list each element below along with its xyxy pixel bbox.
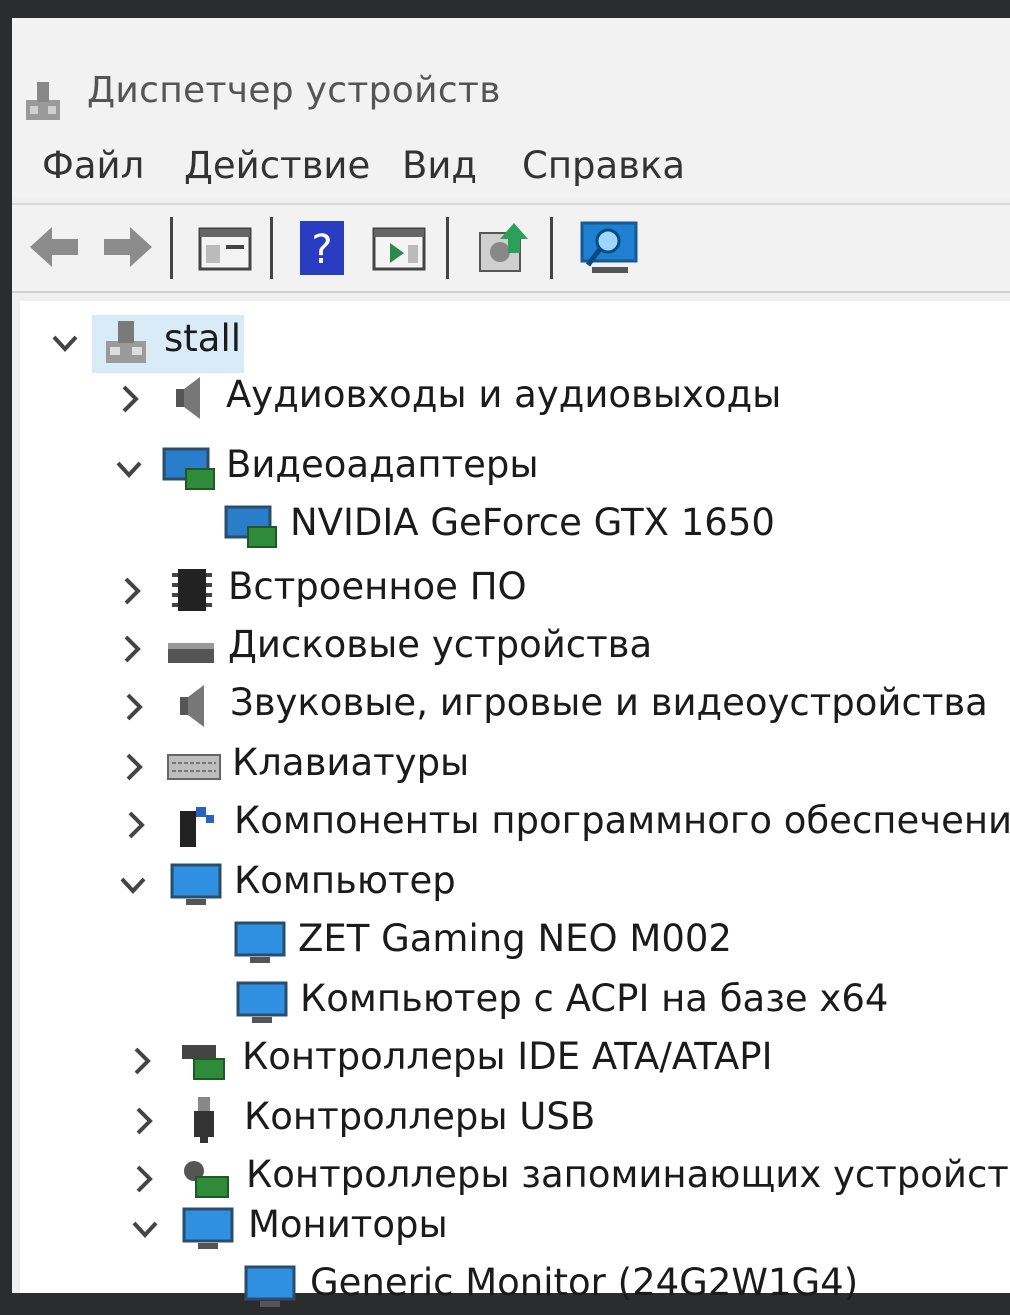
tree-item-acpi-x64[interactable]: Компьютер с ACPI на базе x64	[20, 975, 1010, 1031]
chevron-right-icon[interactable]	[114, 571, 148, 611]
chevron-down-icon[interactable]	[128, 1209, 162, 1249]
window-title: Диспетчер устройств	[87, 70, 501, 111]
device-manager-window: Диспетчер устройств Файл Действие Вид Сп…	[12, 18, 1010, 1307]
tree-item-audio-inputs[interactable]: Аудиовходы и аудиовыходы	[20, 371, 1010, 427]
speaker-icon	[176, 377, 200, 419]
tree-item-display-adapters[interactable]: Видеоадаптеры	[20, 441, 1010, 497]
device-tree: stall Аудиовходы и аудиовыходы Видеоадап…	[20, 301, 1010, 1307]
menu-action[interactable]: Действие	[184, 144, 370, 187]
chevron-right-icon[interactable]	[116, 747, 150, 787]
toolbar-separator	[446, 217, 449, 279]
display-adapter-icon	[224, 505, 277, 548]
tree-item-label: Мониторы	[248, 1203, 448, 1246]
menu-help[interactable]: Справка	[522, 144, 685, 187]
run-icon[interactable]	[370, 215, 428, 279]
scan-hardware-icon[interactable]	[578, 215, 640, 279]
chevron-right-icon[interactable]	[112, 379, 146, 419]
tree-item-label: Компьютер с ACPI на базе x64	[300, 977, 889, 1020]
tree-item-label: NVIDIA GeForce GTX 1650	[290, 501, 775, 544]
tree-item-keyboards[interactable]: Клавиатуры	[20, 739, 1010, 795]
monitor-icon	[236, 981, 288, 1023]
speaker-icon	[180, 685, 204, 727]
monitor-icon	[170, 863, 222, 905]
toolbar-separator	[170, 217, 173, 279]
update-driver-icon[interactable]	[474, 215, 532, 279]
tree-item-disk-drives[interactable]: Дисковые устройства	[20, 621, 1010, 677]
tree-item-label: Контроллеры USB	[244, 1095, 596, 1138]
software-component-icon	[180, 807, 214, 847]
monitor-icon	[244, 1265, 296, 1307]
usb-icon	[194, 1097, 214, 1143]
forward-arrow-icon[interactable]	[98, 215, 156, 279]
computer-tower-icon	[106, 321, 146, 363]
monitor-icon	[234, 921, 286, 963]
chevron-right-icon[interactable]	[126, 1159, 160, 1199]
chevron-right-icon[interactable]	[118, 805, 152, 845]
tree-item-label: Дисковые устройства	[228, 623, 653, 666]
tree-item-ide-controllers[interactable]: Контроллеры IDE ATA/ATAPI	[20, 1033, 1010, 1089]
properties-icon[interactable]	[196, 215, 254, 279]
menu-bar: Файл Действие Вид Справка	[12, 130, 1010, 198]
tree-item-label: Звуковые, игровые и видеоустройства	[230, 681, 988, 724]
tree-item-label: Контроллеры запоминающих устройств	[246, 1153, 1010, 1196]
tree-item-label: Generic Monitor (24G2W1G4)	[310, 1261, 859, 1304]
tree-item-label: Видеоадаптеры	[226, 443, 539, 486]
tree-item-label: Компьютер	[234, 859, 456, 902]
tree-item-label: Контроллеры IDE ATA/ATAPI	[242, 1035, 773, 1078]
chevron-down-icon[interactable]	[48, 323, 82, 363]
tree-item-monitors[interactable]: Мониторы	[20, 1201, 1010, 1257]
toolbar-separator	[550, 217, 553, 279]
keyboard-icon	[167, 754, 221, 780]
tree-item-label: Клавиатуры	[232, 741, 470, 784]
help-icon[interactable]: ?	[298, 215, 346, 279]
chevron-down-icon[interactable]	[116, 865, 150, 905]
tree-item-label: Аудиовходы и аудиовыходы	[226, 373, 782, 416]
tree-item-usb-controllers[interactable]: Контроллеры USB	[20, 1093, 1010, 1149]
disk-drive-icon	[168, 643, 214, 663]
chip-icon	[172, 569, 212, 611]
title-bar: Диспетчер устройств	[12, 18, 1010, 130]
tree-item-nvidia-gtx-1650[interactable]: NVIDIA GeForce GTX 1650	[20, 499, 1010, 555]
menu-view[interactable]: Вид	[402, 144, 477, 187]
tree-item-software-components[interactable]: Компоненты программного обеспечения	[20, 797, 1010, 853]
tree-item-computer[interactable]: Компьютер	[20, 857, 1010, 913]
ide-controller-icon	[182, 1045, 225, 1080]
tree-item-label: Встроенное ПО	[228, 565, 527, 608]
back-arrow-icon[interactable]	[26, 215, 84, 279]
tree-root-label: stall	[164, 317, 242, 360]
tree-item-label: Компоненты программного обеспечения	[234, 799, 1010, 842]
chevron-right-icon[interactable]	[116, 687, 150, 727]
storage-controller-icon	[184, 1161, 229, 1198]
svg-text:?: ?	[311, 227, 332, 273]
toolbar: ?	[12, 203, 1010, 293]
toolbar-separator	[270, 217, 273, 279]
tree-item-zet-gaming[interactable]: ZET Gaming NEO M002	[20, 915, 1010, 971]
display-adapter-icon	[162, 447, 215, 490]
tree-item-generic-monitor[interactable]: Generic Monitor (24G2W1G4)	[20, 1259, 1010, 1315]
monitor-icon	[182, 1207, 234, 1249]
chevron-down-icon[interactable]	[112, 449, 146, 489]
tree-item-firmware[interactable]: Встроенное ПО	[20, 563, 1010, 619]
tree-root[interactable]: stall	[20, 315, 1010, 373]
chevron-right-icon[interactable]	[114, 629, 148, 669]
tree-item-storage-controllers[interactable]: Контроллеры запоминающих устройств	[20, 1151, 1010, 1207]
tree-item-label: ZET Gaming NEO M002	[298, 917, 732, 960]
tree-item-sound-devices[interactable]: Звуковые, игровые и видеоустройства	[20, 679, 1010, 735]
menu-file[interactable]: Файл	[42, 144, 144, 187]
chevron-right-icon[interactable]	[124, 1041, 158, 1081]
device-manager-icon	[26, 82, 60, 120]
chevron-right-icon[interactable]	[126, 1101, 160, 1141]
